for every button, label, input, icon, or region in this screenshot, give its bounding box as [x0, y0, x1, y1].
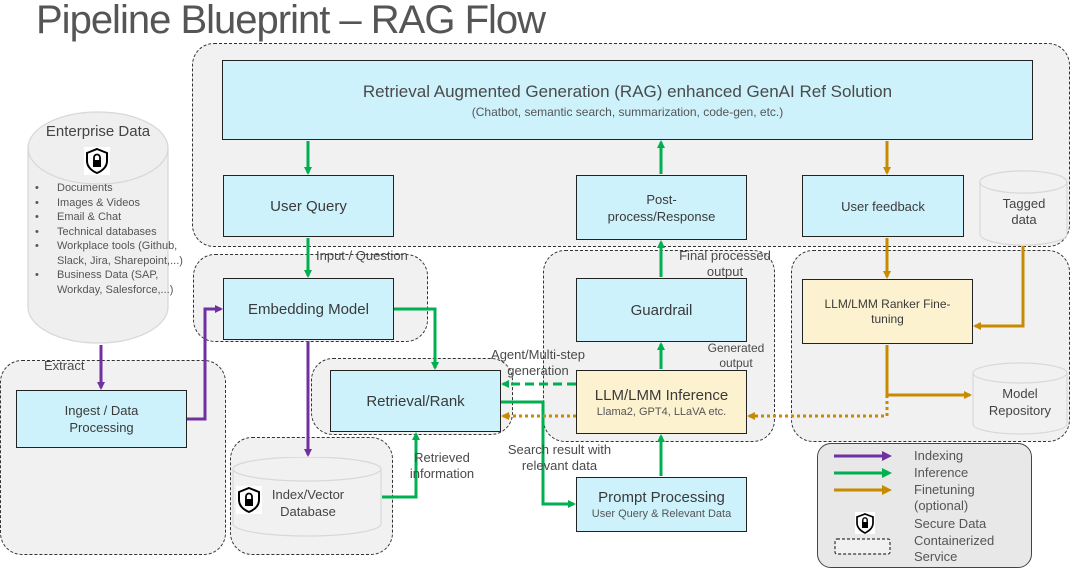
label-retrieved-info-text: Retrieved information	[409, 450, 475, 481]
guardrail-label: Guardrail	[630, 301, 693, 319]
prompt-processing-label: Prompt Processing	[598, 489, 725, 506]
post-process-box[interactable]: Post-process/Response	[576, 175, 747, 240]
rag-solution-subtitle: (Chatbot, semantic search, summarization…	[471, 104, 784, 119]
enterprise-data-item: Business Data (SAP, Workday, Salesforce,…	[35, 268, 185, 297]
enterprise-data-item: Workplace tools (Github, Slack, Jira, Sh…	[35, 239, 185, 268]
user-query-box[interactable]: User Query	[223, 175, 394, 237]
model-repository-label: Model Repository	[988, 386, 1052, 418]
label-generated-output: Generated output	[700, 341, 772, 371]
prompt-processing-sublabel: User Query & Relevant Data	[591, 508, 732, 520]
legend-secure-data-label: Secure Data	[914, 516, 987, 531]
guardrail-box[interactable]: Guardrail	[576, 278, 747, 342]
legend-inference-label: Inference	[914, 465, 969, 480]
ranker-finetuning-label: LLM/LMM Ranker Fine-tuning	[824, 296, 951, 326]
shield-lock-icon	[855, 512, 875, 534]
legend-containerized-label: Containerized Service	[914, 533, 995, 564]
label-final-output: Final processed output	[672, 248, 778, 280]
retrieval-rank-label: Retrieval/Rank	[366, 392, 465, 410]
label-generated-output-text: Generated output	[707, 341, 765, 370]
index-vector-db-label: Index/Vector Database	[271, 487, 345, 519]
retrieval-rank-box[interactable]: Retrieval/Rank	[330, 370, 501, 432]
tagged-data-label: Tagged data	[1002, 196, 1046, 227]
enterprise-data-list: Documents Images & Videos Email & Chat T…	[27, 181, 185, 297]
user-feedback-label: User feedback	[841, 198, 925, 214]
enterprise-data-store: Enterprise Data Documents Images & Video…	[27, 110, 183, 345]
legend: Indexing Inference Finetuning (optional)…	[817, 443, 1032, 568]
enterprise-data-item: Email & Chat	[35, 210, 185, 225]
label-agent-multistep: Agent/Multi-step generation	[478, 347, 598, 379]
post-process-label: Post-process/Response	[607, 191, 716, 224]
label-input-question: Input / Question	[316, 248, 408, 263]
model-repository-store[interactable]: Model Repository	[972, 362, 1068, 436]
label-retrieved-info: Retrieved information	[402, 450, 482, 482]
tagged-data-store[interactable]: Tagged data	[979, 170, 1068, 247]
embedding-model-box[interactable]: Embedding Model	[223, 278, 394, 340]
enterprise-data-item: Documents	[35, 181, 185, 196]
legend-finetuning-label: Finetuning (optional)	[914, 482, 975, 513]
enterprise-data-item: Technical databases	[35, 225, 185, 240]
rag-solution-title: Retrieval Augmented Generation (RAG) enh…	[362, 81, 893, 101]
label-agent-multistep-text: Agent/Multi-step generation	[491, 347, 585, 378]
embedding-model-label: Embedding Model	[248, 300, 369, 318]
rag-solution-box[interactable]: Retrieval Augmented Generation (RAG) enh…	[222, 60, 1033, 140]
llm-inference-label: LLM/LMM Inference	[594, 386, 729, 404]
ingest-box[interactable]: Ingest / Data Processing	[16, 390, 187, 448]
llm-inference-sublabel: Llama2, GPT4, LLaVA etc.	[596, 405, 727, 418]
label-final-output-text: Final processed output	[679, 248, 771, 279]
enterprise-data-item: Images & Videos	[35, 196, 185, 211]
ingest-label: Ingest / Data Processing	[64, 403, 139, 435]
ranker-finetuning-box[interactable]: LLM/LMM Ranker Fine-tuning	[802, 279, 973, 344]
user-feedback-box[interactable]: User feedback	[802, 175, 964, 237]
label-search-result: Search result with relevant data	[497, 442, 622, 474]
enterprise-data-title: Enterprise Data	[45, 123, 151, 140]
legend-indexing-label: Indexing	[914, 448, 964, 463]
label-extract: Extract	[44, 358, 85, 373]
label-search-result-text: Search result with relevant data	[507, 442, 612, 473]
legend-container-sample	[834, 538, 891, 555]
user-query-label: User Query	[270, 197, 347, 215]
page-title: Pipeline Blueprint – RAG Flow	[36, 0, 546, 42]
index-vector-db-store[interactable]: Index/Vector Database	[232, 457, 382, 537]
prompt-processing-box[interactable]: Prompt Processing User Query & Relevant …	[576, 477, 747, 532]
llm-inference-box[interactable]: LLM/LMM Inference Llama2, GPT4, LLaVA et…	[576, 370, 747, 434]
